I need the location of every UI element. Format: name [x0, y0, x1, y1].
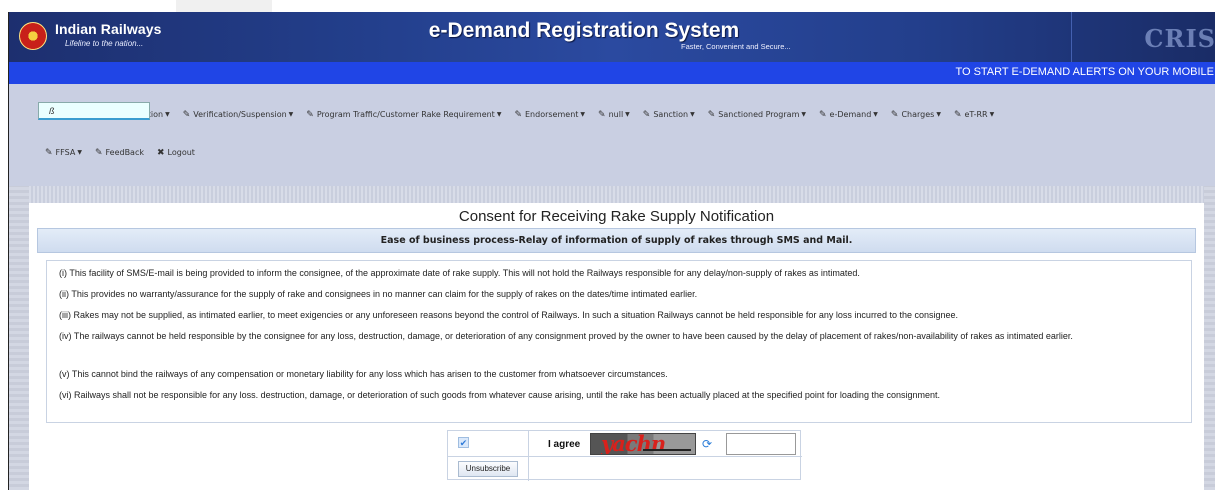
agree-label: I agree [548, 439, 581, 450]
captcha-text: yachn [601, 433, 666, 455]
caret-down-icon: ▼ [77, 149, 82, 156]
close-icon: ✖ [157, 148, 165, 158]
nav-item-feedback[interactable]: ✎ FeedBack [95, 148, 144, 158]
nav-item-label: e-Demand [829, 110, 872, 119]
nav-item-label: FFSA [55, 148, 76, 157]
left-margin-texture [9, 186, 29, 490]
divider-strip [9, 186, 1215, 203]
caret-down-icon: ▼ [989, 111, 995, 118]
captcha-input[interactable] [726, 433, 796, 455]
caret-down-icon: ▼ [625, 111, 630, 118]
nav-item-logout[interactable]: ✖ Logout [157, 148, 195, 158]
nav-item-null[interactable]: ✎ null ▼ [598, 110, 630, 120]
pencil-icon: ✎ [890, 110, 899, 120]
term-item: (iii) Rakes may not be supplied, as inti… [59, 310, 958, 320]
caret-down-icon: ▼ [496, 111, 502, 118]
pencil-icon: ✎ [598, 110, 606, 120]
pencil-icon: ✎ [306, 110, 314, 120]
nav-item-label: Program Traffic/Customer Rake Requiremen… [316, 110, 495, 119]
nav-item-label: eT-RR [964, 110, 988, 119]
cris-logo: CRIS [1144, 24, 1215, 53]
system-title: e-Demand Registration System [428, 19, 740, 42]
caret-down-icon: ▼ [580, 111, 586, 118]
term-item: (i) This facility of SMS/E-mail is being… [59, 268, 860, 278]
browser-top-gap [0, 0, 1215, 12]
caret-down-icon: ▼ [936, 111, 941, 118]
nav-item-label: Sanctioned Program [718, 110, 800, 119]
nav-item-sanction[interactable]: ✎ Sanction ▼ [643, 110, 695, 120]
page: Indian Railways Lifeline to the nation..… [0, 0, 1215, 490]
cris-logo-area: CRIS [1071, 12, 1215, 62]
nav-quick-field[interactable]: ß [38, 102, 150, 120]
nav-item-verification-suspension[interactable]: ✎ Verification/Suspension ▼ [183, 110, 294, 120]
caret-down-icon: ▼ [873, 111, 878, 118]
nav-item-e-demand[interactable]: ✎ e-Demand ▼ [819, 110, 878, 120]
info-banner: Ease of business process-Relay of inform… [37, 228, 1196, 253]
nav-row-primary: ⌂Home👤Administration▼✎Verification/Suspe… [45, 104, 1007, 120]
terms-list: (i) This facility of SMS/E-mail is being… [46, 260, 1192, 423]
pencil-icon: ✎ [94, 148, 103, 158]
term-item: (vi) Railways shall not be responsible f… [59, 390, 940, 400]
caret-down-icon: ▼ [801, 111, 806, 118]
term-item: (iv) The railways cannot be held respons… [59, 331, 1073, 341]
agree-checkbox[interactable]: ✔ [458, 437, 469, 448]
term-item: (ii) This provides no warranty/assurance… [59, 289, 698, 299]
caret-down-icon: ▼ [288, 111, 294, 118]
pencil-icon: ✎ [182, 110, 191, 120]
info-banner-text: Ease of business process-Relay of inform… [380, 235, 853, 246]
refresh-captcha-icon[interactable]: ⟳ [702, 437, 712, 451]
right-margin-texture [1204, 186, 1215, 490]
alert-marquee-bar: TO START E-DEMAND ALERTS ON YOUR MOBILE [9, 62, 1215, 84]
app-window: Indian Railways Lifeline to the nation..… [8, 12, 1215, 490]
system-subtitle: Faster, Convenient and Secure... [681, 42, 791, 51]
term-item: (v) This cannot bind the railways of any… [59, 369, 668, 379]
pencil-icon: ✎ [642, 110, 651, 120]
caret-down-icon: ▼ [165, 111, 170, 118]
nav-item-label: Charges [901, 110, 935, 119]
nav-item-ffsa[interactable]: ✎ FFSA ▼ [45, 148, 82, 158]
captcha-image: yachn [590, 433, 696, 455]
header-banner: Indian Railways Lifeline to the nation..… [9, 12, 1215, 62]
nav-row-secondary: ✎ FFSA ▼ ✎ FeedBack ✖ Logout [45, 142, 208, 158]
nav-item-label: Endorsement [525, 110, 579, 119]
pencil-icon: ✎ [953, 110, 962, 120]
nav-item-label: FeedBack [105, 148, 144, 157]
pencil-icon: ✎ [819, 110, 827, 120]
navigation-bar: ⌂Home👤Administration▼✎Verification/Suspe… [9, 84, 1215, 186]
nav-item-label: Verification/Suspension [193, 110, 287, 119]
nav-item-label: Sanction [653, 110, 689, 119]
nav-item-endorsement[interactable]: ✎ Endorsement ▼ [514, 110, 585, 120]
consent-form: ✔ I agree yachn ⟳ Unsubscribe [447, 430, 802, 481]
unsubscribe-button[interactable]: Unsubscribe [458, 461, 518, 477]
caret-down-icon: ▼ [690, 111, 695, 118]
page-title: Consent for Receiving Rake Supply Notifi… [458, 208, 775, 225]
nav-item-sanctioned-program[interactable]: ✎ Sanctioned Program ▼ [708, 110, 806, 120]
nav-item-label: Logout [167, 148, 195, 157]
nav-item-program-traffic-customer-rake-requirement[interactable]: ✎ Program Traffic/Customer Rake Requireme… [306, 110, 501, 120]
nav-item-label: null [608, 110, 624, 119]
nav-item-et-rr[interactable]: ✎ eT-RR ▼ [954, 110, 994, 120]
consent-panel: Consent for Receiving Rake Supply Notifi… [29, 203, 1204, 490]
pencil-icon: ✎ [45, 148, 53, 158]
pencil-icon: ✎ [514, 110, 522, 120]
alert-marquee-text[interactable]: TO START E-DEMAND ALERTS ON YOUR MOBILE [955, 66, 1214, 78]
pencil-icon: ✎ [707, 110, 716, 120]
nav-item-charges[interactable]: ✎ Charges ▼ [891, 110, 941, 120]
